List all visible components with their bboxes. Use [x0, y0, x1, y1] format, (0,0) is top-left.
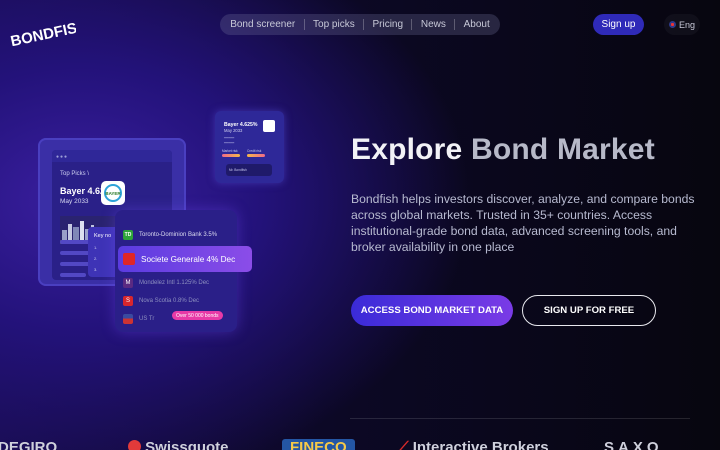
nav-divider	[363, 19, 365, 30]
language-selector[interactable]: Eng	[664, 14, 700, 35]
featured-bond-date: May 2033	[60, 198, 89, 205]
credit-risk-bar	[247, 154, 265, 157]
nav-divider	[411, 19, 413, 30]
section-divider	[350, 418, 690, 419]
list-item-label: Societe Generale 4% Dec	[141, 254, 236, 264]
logo-text: BONDFISH	[9, 17, 76, 46]
nav-pricing[interactable]: Pricing	[372, 19, 403, 30]
market-risk-label: Market risk	[222, 149, 238, 153]
language-label: Eng	[678, 19, 695, 30]
signup-button[interactable]: Sign up	[593, 14, 644, 35]
td-bank-icon: TD	[123, 230, 133, 240]
societe-generale-icon	[123, 253, 135, 265]
partner-logo-interactive-brokers: ⟋ Interactive Brokers	[398, 439, 549, 450]
mini-bond-date: May 2033	[224, 128, 243, 133]
nav-top-picks[interactable]: Top picks	[313, 19, 355, 30]
nav-news[interactable]: News	[421, 19, 446, 30]
partner-logo-saxo: SAXO	[604, 439, 663, 450]
list-item-label: US Tr	[139, 316, 155, 322]
bonds-count-badge: Over 50 000 bonds	[172, 311, 223, 320]
bayer-logo-icon-small	[263, 120, 275, 132]
access-bond-market-data-button[interactable]: ACCESS BOND MARKET DATA	[351, 295, 513, 326]
main-navigation: Bond screener Top picks Pricing News Abo…	[220, 14, 500, 35]
nav-divider	[454, 19, 456, 30]
partner-logo-fineco: FINECO	[282, 439, 355, 450]
nav-bond-screener[interactable]: Bond screener	[230, 19, 295, 30]
list-item-highlighted[interactable]: Societe Generale 4% Dec	[118, 246, 252, 272]
partner-logo-swissquote: Swissquote	[128, 439, 229, 450]
bayer-logo-icon: BAYER	[101, 181, 125, 205]
market-risk-bar	[222, 154, 240, 157]
uk-flag-icon	[668, 21, 676, 28]
list-item-label: Toronto-Dominion Bank 3.5%	[139, 232, 218, 238]
top-picks-label: Top Picks \	[60, 171, 90, 177]
nav-about[interactable]: About	[464, 19, 490, 30]
hero-title-part1: Explore	[351, 133, 463, 166]
hero-title: Explore Bond Market	[351, 133, 655, 167]
hero-title-part2: Bond Market	[471, 133, 655, 166]
bondfish-logo[interactable]: BONDFISH	[6, 14, 76, 46]
list-item[interactable]: TD Toronto-Dominion Bank 3.5%	[123, 226, 235, 244]
hero-description: Bondfish helps investors discover, analy…	[351, 192, 695, 254]
nav-divider	[303, 19, 305, 30]
partners-strip: DEGIRO Swissquote FINECO ⟋ Interactive B…	[0, 437, 720, 450]
signup-for-free-button[interactable]: SIGN UP FOR FREE	[522, 295, 656, 326]
mondelez-icon: M	[123, 278, 133, 288]
list-item[interactable]: M Mondelez Intl 1.125% Dec	[123, 274, 235, 292]
key-metrics-title: Key no	[94, 233, 112, 239]
scotiabank-icon: S	[123, 296, 133, 306]
us-flag-icon	[123, 314, 133, 324]
mini-bond-footer: Mr. Bondfish	[226, 164, 272, 176]
partner-logo-degiro: DEGIRO	[0, 439, 58, 450]
list-item-label: Mondelez Intl 1.125% Dec	[139, 280, 210, 286]
credit-risk-label: Credit risk	[247, 149, 262, 153]
tablet-topbar: ●●●	[52, 150, 172, 162]
list-item[interactable]: S Nova Scotia 0.8% Dec	[123, 292, 235, 310]
list-item-label: Nova Scotia 0.8% Dec	[139, 298, 200, 304]
